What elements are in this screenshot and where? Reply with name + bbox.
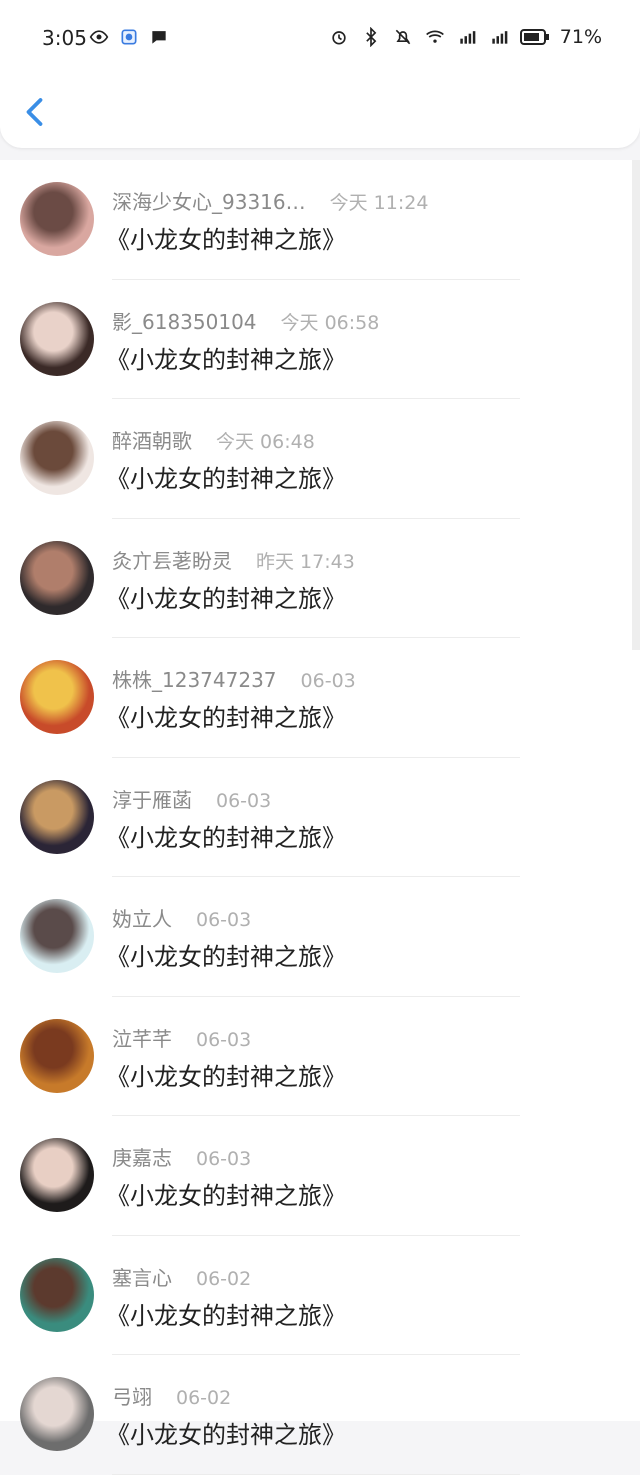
- timestamp: 昨天 17:43: [256, 550, 355, 573]
- bluetooth-icon: [366, 27, 377, 47]
- book-title: 《小龙女的封神之旅》: [106, 1301, 346, 1330]
- list-item-meta: 庚嘉志 06-03: [112, 1142, 251, 1171]
- user-name: 庚嘉志: [112, 1146, 172, 1170]
- user-name: 塞言心: [112, 1265, 172, 1290]
- book-title: 《小龙女的封神之旅》: [106, 1062, 346, 1091]
- user-name: 醉酒朝歌: [112, 429, 192, 453]
- status-time: 3:05: [42, 26, 87, 50]
- user-name: 影_618350104: [112, 309, 257, 334]
- list-item-meta: 深海少女心_93316… 今天 11:24: [112, 186, 428, 215]
- timestamp: 06-03: [196, 1148, 252, 1170]
- user-name: 淳于雁菡: [112, 787, 192, 812]
- battery-icon: [519, 29, 549, 45]
- avatar[interactable]: [20, 1377, 94, 1451]
- timestamp: 06-03: [300, 670, 356, 692]
- list-item[interactable]: 株株_123747237 06-03 《小龙女的封神之旅》: [0, 638, 640, 758]
- status-right-icons: 71%: [328, 26, 602, 48]
- book-title: 《小龙女的封神之旅》: [106, 1182, 346, 1210]
- user-name: 弓翊: [112, 1385, 152, 1409]
- book-title: 《小龙女的封神之旅》: [106, 943, 346, 971]
- timestamp: 今天 06:58: [280, 311, 380, 334]
- book-title: 《小龙女的封神之旅》: [106, 465, 346, 493]
- avatar[interactable]: [20, 899, 94, 973]
- timestamp: 06-03: [196, 909, 252, 931]
- list-item-meta: 淳于雁菡 06-03: [112, 784, 271, 813]
- list-item-meta: 妫立人 06-03: [112, 903, 251, 932]
- book-title: 《小龙女的封神之旅》: [106, 1421, 346, 1449]
- list-item-meta: 影_618350104 今天 06:58: [112, 306, 379, 335]
- list-item[interactable]: 深海少女心_93316… 今天 11:24 《小龙女的封神之旅》: [0, 160, 640, 280]
- avatar[interactable]: [20, 779, 94, 854]
- status-left-icons: [88, 27, 170, 47]
- avatar[interactable]: [20, 1018, 94, 1093]
- eye-icon: [89, 30, 109, 44]
- list-item-meta: 株株_123747237 06-03: [112, 664, 356, 693]
- avatar[interactable]: [20, 1257, 94, 1332]
- avatar[interactable]: [20, 1138, 94, 1212]
- app-notification-icon: [121, 29, 137, 45]
- timestamp: 今天 06:48: [216, 431, 315, 453]
- back-button[interactable]: [18, 92, 54, 132]
- timestamp: 06-02: [176, 1387, 232, 1409]
- list-item[interactable]: 庚嘉志 06-03 《小龙女的封神之旅》: [0, 1116, 640, 1236]
- reader-list: 深海少女心_93316… 今天 11:24 《小龙女的封神之旅》 影_61835010…: [0, 160, 640, 1475]
- user-name: 泣芊芊: [112, 1026, 172, 1051]
- book-title: 《小龙女的封神之旅》: [106, 704, 346, 732]
- list-item[interactable]: 醉酒朝歌 今天 06:48 《小龙女的封神之旅》: [0, 399, 640, 519]
- user-name: 株株_123747237: [112, 668, 277, 692]
- user-name: 深海少女心_93316…: [112, 190, 306, 214]
- signal-4g-icon: [460, 31, 476, 44]
- wifi-icon: [425, 30, 444, 43]
- alarm-icon: [332, 31, 346, 45]
- list-item-meta: 塞言心 06-02: [112, 1262, 251, 1291]
- avatar[interactable]: [20, 540, 94, 615]
- message-icon: [152, 31, 166, 44]
- list-item-meta: 弓翊 06-02: [112, 1381, 231, 1410]
- mute-bell-icon: [395, 29, 411, 45]
- list-item[interactable]: 塞言心 06-02 《小龙女的封神之旅》: [0, 1236, 640, 1355]
- list-item[interactable]: 弓翊 06-02 《小龙女的封神之旅》: [0, 1355, 640, 1475]
- status-bar: 3:05 71%: [0, 0, 640, 78]
- user-name: 妫立人: [112, 907, 172, 931]
- avatar[interactable]: [20, 301, 94, 376]
- list-item-meta: 灸亣镸荖盼灵 昨天 17:43: [112, 545, 355, 574]
- book-title: 《小龙女的封神之旅》: [106, 823, 346, 852]
- list-item[interactable]: 泣芊芊 06-03 《小龙女的封神之旅》: [0, 997, 640, 1116]
- book-title: 《小龙女的封神之旅》: [106, 226, 346, 254]
- list-item-meta: 泣芊芊 06-03: [112, 1023, 251, 1052]
- top-app-bar: 3:05 71%: [0, 0, 640, 148]
- list-item-meta: 醉酒朝歌 今天 06:48: [112, 425, 315, 454]
- avatar[interactable]: [20, 660, 94, 734]
- list-item[interactable]: 妫立人 06-03 《小龙女的封神之旅》: [0, 877, 640, 997]
- battery-percent: 71%: [559, 26, 602, 48]
- book-title: 《小龙女的封神之旅》: [106, 584, 346, 613]
- timestamp: 06-03: [196, 1028, 252, 1051]
- user-name: 灸亣镸荖盼灵: [112, 548, 232, 573]
- scrollbar[interactable]: [632, 160, 640, 650]
- avatar[interactable]: [20, 421, 94, 495]
- list-item[interactable]: 淳于雁菡 06-03 《小龙女的封神之旅》: [0, 758, 640, 877]
- timestamp: 今天 11:24: [329, 192, 429, 214]
- list-item[interactable]: 影_618350104 今天 06:58 《小龙女的封神之旅》: [0, 280, 640, 399]
- timestamp: 06-03: [216, 789, 272, 812]
- signal-4g-icon-2: [492, 31, 508, 44]
- book-title: 《小龙女的封神之旅》: [106, 345, 346, 374]
- avatar[interactable]: [20, 182, 94, 256]
- timestamp: 06-02: [196, 1267, 252, 1290]
- divider: [112, 1473, 520, 1475]
- list-item[interactable]: 灸亣镸荖盼灵 昨天 17:43 《小龙女的封神之旅》: [0, 519, 640, 638]
